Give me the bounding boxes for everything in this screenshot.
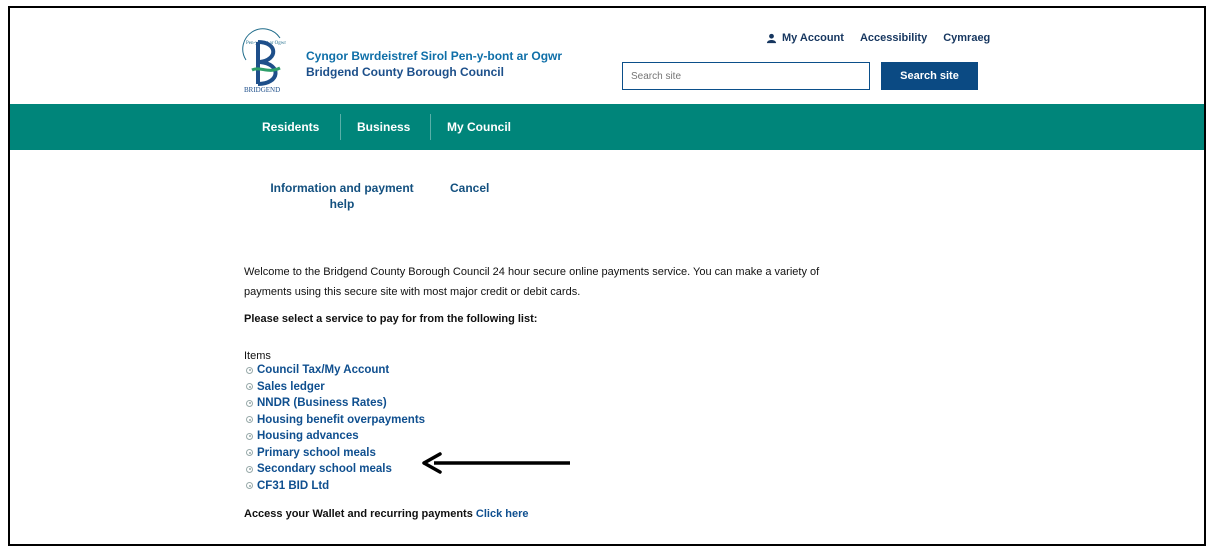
my-account-label: My Account: [782, 32, 844, 44]
browser-frame: Pen-y-bont ar Ogwr BRIDGEND Cyngor Bwrde…: [8, 6, 1206, 546]
service-item-label: CF31 BID Ltd: [257, 479, 330, 492]
service-item-council-tax[interactable]: Council Tax/My Account: [246, 362, 425, 379]
bridgend-logo[interactable]: Pen-y-bont ar Ogwr BRIDGEND: [240, 26, 292, 96]
my-account-link[interactable]: My Account: [766, 32, 844, 44]
service-item-housing-advances[interactable]: Housing advances: [246, 428, 425, 445]
logo-text: BRIDGEND: [244, 86, 280, 94]
bullet-icon: [246, 383, 253, 391]
bullet-icon: [246, 399, 253, 407]
user-icon: [766, 33, 777, 43]
main-nav: Residents Business My Council: [10, 104, 1204, 150]
bullet-icon: [246, 366, 253, 374]
service-list: Council Tax/My Account Sales ledger NNDR…: [246, 362, 425, 494]
service-item-cf31-bid[interactable]: CF31 BID Ltd: [246, 478, 425, 495]
accessibility-link[interactable]: Accessibility: [860, 32, 927, 44]
search-button[interactable]: Search site: [881, 62, 978, 90]
service-item-label: Sales ledger: [257, 380, 325, 393]
search-input[interactable]: [622, 62, 870, 90]
info-payment-help-link[interactable]: Information and payment help: [262, 180, 422, 212]
service-item-label: NNDR (Business Rates): [257, 397, 387, 410]
bullet-icon: [246, 449, 253, 457]
language-link[interactable]: Cymraeg: [943, 32, 990, 44]
bullet-icon: [246, 465, 253, 473]
site-header: Pen-y-bont ar Ogwr BRIDGEND Cyngor Bwrde…: [10, 8, 1204, 104]
service-item-housing-benefit[interactable]: Housing benefit overpayments: [246, 412, 425, 429]
council-name-english: Bridgend County Borough Council: [306, 65, 504, 79]
service-item-label: Primary school meals: [257, 446, 376, 459]
pointer-arrow-icon: [422, 452, 570, 474]
welcome-text: Welcome to the Bridgend County Borough C…: [244, 266, 820, 298]
service-item-sales-ledger[interactable]: Sales ledger: [246, 379, 425, 396]
bullet-icon: [246, 482, 253, 490]
select-service-heading: Please select a service to pay for from …: [244, 313, 538, 325]
service-item-label: Council Tax/My Account: [257, 364, 390, 377]
nav-my-council[interactable]: My Council: [447, 104, 511, 150]
cancel-link[interactable]: Cancel: [450, 180, 489, 196]
nav-divider: [340, 114, 341, 140]
items-label: Items: [244, 350, 271, 362]
service-item-primary-meals[interactable]: Primary school meals: [246, 445, 425, 462]
service-item-label: Housing benefit overpayments: [257, 413, 426, 426]
service-item-label: Housing advances: [257, 430, 359, 443]
wallet-text: Access your Wallet and recurring payment…: [244, 508, 473, 520]
nav-business[interactable]: Business: [357, 104, 410, 150]
bullet-icon: [246, 432, 253, 440]
top-links: My Account Accessibility Cymraeg: [766, 32, 990, 44]
service-item-nndr[interactable]: NNDR (Business Rates): [246, 395, 425, 412]
bullet-icon: [246, 416, 253, 424]
service-item-secondary-meals[interactable]: Secondary school meals: [246, 461, 425, 478]
wallet-line: Access your Wallet and recurring payment…: [244, 508, 529, 520]
nav-residents[interactable]: Residents: [262, 104, 319, 150]
nav-divider: [430, 114, 431, 140]
wallet-click-here-link[interactable]: Click here: [476, 508, 529, 520]
council-name: Cyngor Bwrdeistref Sirol Pen-y-bont ar O…: [306, 48, 562, 80]
service-item-label: Secondary school meals: [257, 463, 392, 476]
council-name-welsh: Cyngor Bwrdeistref Sirol Pen-y-bont ar O…: [306, 49, 563, 63]
